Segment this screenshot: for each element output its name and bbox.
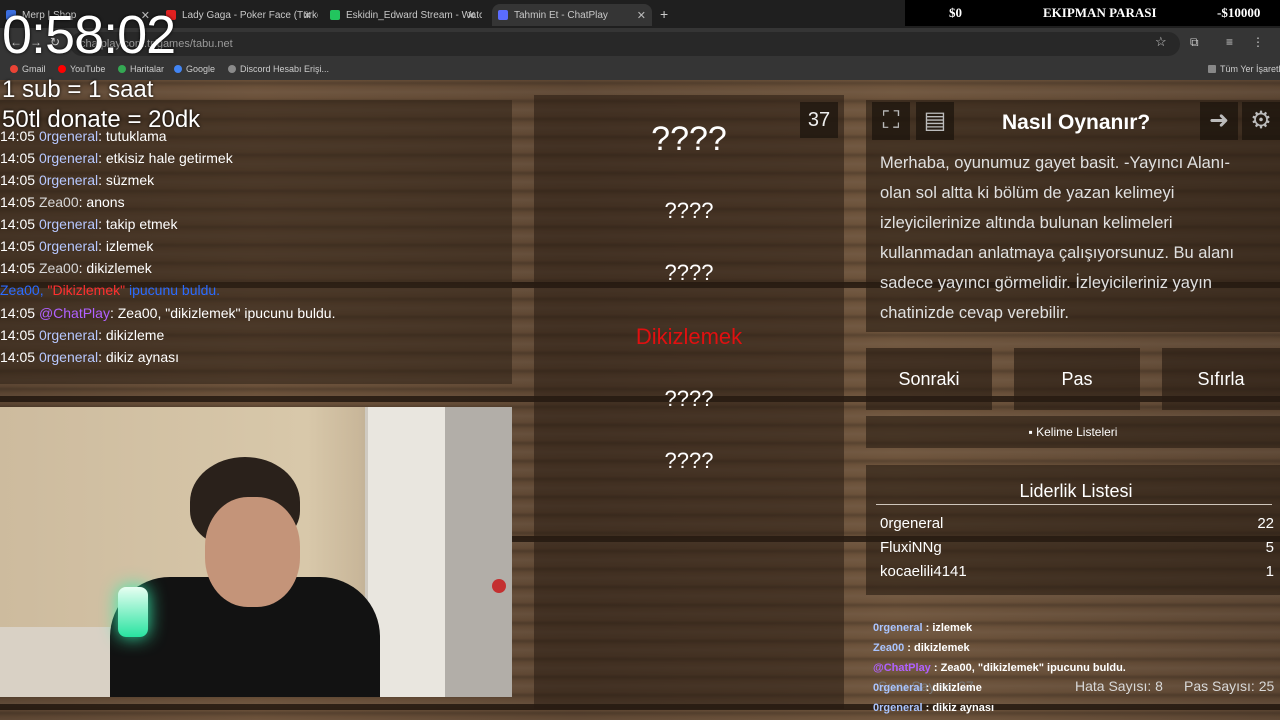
bookmarks-bar: Gmail YouTube Haritalar Google Discord H… — [0, 60, 1280, 80]
media-icon[interactable]: ≡ — [1226, 35, 1233, 49]
chat-line: 14:05 0rgeneral: takip etmek — [0, 216, 178, 232]
next-button[interactable]: Sonraki — [866, 348, 992, 410]
fullscreen-icon[interactable]: ⛶ — [872, 102, 910, 140]
bookmark-google[interactable]: Google — [174, 64, 215, 74]
leaderboard-score: 22 — [1257, 515, 1274, 532]
tab-2[interactable]: Lady Gaga - Poker Face (Türkçe ✕ — [166, 4, 318, 26]
money-goal: -$10000 — [1217, 5, 1261, 20]
leaderboard-name: 0rgeneral — [880, 515, 944, 532]
chat-line: 14:05 Zea00: anons — [0, 194, 125, 210]
wall — [445, 407, 512, 697]
money-current: $0 — [949, 5, 962, 20]
gmail-icon — [10, 65, 18, 73]
close-icon[interactable]: ✕ — [467, 9, 476, 22]
lamp — [118, 587, 148, 637]
mini-chat-line: 0rgeneral : dikiz aynası — [873, 702, 995, 714]
taboo-word: ???? — [664, 448, 714, 473]
taboo-word: ???? — [664, 198, 714, 223]
tab-favicon-icon — [330, 10, 340, 20]
chat-line: 14:05 0rgeneral: etkisiz hale getirmek — [0, 150, 233, 166]
word-lists-label: Kelime Listeleri — [1036, 425, 1118, 439]
tab-label: Tahmin Et - ChatPlay — [514, 9, 608, 21]
chat-line: 14:05 @ChatPlay: Zea00, "dikizlemek" ipu… — [0, 305, 336, 321]
tab-label: Eskidin_Edward Stream - Watch — [346, 9, 482, 21]
url-field[interactable]: chatplay.com.tr/games/tabu.net — [70, 32, 1180, 56]
maps-icon — [118, 65, 126, 73]
chat-line: 14:05 0rgeneral: süzmek — [0, 172, 155, 188]
chat-line: 14:05 Zea00: dikizlemek — [0, 260, 152, 276]
folder-icon — [1208, 65, 1216, 73]
taboo-word-found: Dikizlemek — [635, 324, 743, 349]
bookmark-all[interactable]: Tüm Yer İşaretleri — [1208, 64, 1280, 74]
mini-chat-line: 0rgeneral : izlemek — [873, 622, 973, 634]
mini-chat-line: 0rgeneral : dikizleme — [873, 682, 982, 694]
equipment-money-bar: $0 EKIPMAN PARASI -$10000 — [905, 0, 1280, 26]
sub-rule-text: 1 sub = 1 saat — [2, 76, 154, 103]
youtube-icon — [58, 65, 66, 73]
taboo-word: ???? — [664, 260, 714, 285]
how-to-play-title: Nasıl Oynanır? — [1002, 111, 1151, 134]
close-icon[interactable]: ✕ — [303, 9, 312, 22]
mini-chat-line: @ChatPlay : Zea00, "dikizlemek" ipucunu … — [873, 662, 1126, 674]
record-icon — [492, 579, 506, 593]
main-word: ???? — [651, 120, 727, 158]
taboo-word: ???? — [664, 386, 714, 411]
extensions-icon[interactable]: ⧉ — [1190, 35, 1199, 50]
chat-highlight-line: Zea00, "Dikizlemek" ipucunu buldu. — [0, 282, 221, 298]
bookmark-discord[interactable]: Discord Hesabı Erişi... — [228, 64, 329, 74]
mini-chat-line: Zea00 : dikizlemek — [873, 642, 970, 654]
star-icon[interactable]: ☆ — [1155, 34, 1167, 50]
leaderboard-title: Liderlik Listesi — [1019, 481, 1133, 501]
leaderboard-name: FluxiNNg — [880, 539, 942, 556]
new-tab-icon[interactable]: + — [660, 6, 668, 22]
leaderboard-name: kocaelili4141 — [880, 563, 967, 580]
chat-line: 14:05 0rgeneral: dikiz aynası — [0, 349, 180, 365]
globe-icon — [228, 65, 236, 73]
clipboard-icon: ▪ — [1028, 425, 1037, 439]
tab-4-active[interactable]: Tahmin Et - ChatPlay ✕ — [492, 4, 652, 26]
pass-button[interactable]: Pas — [1014, 348, 1140, 410]
logout-icon[interactable]: ➜ — [1200, 102, 1238, 140]
menu-icon[interactable]: ⋮ — [1252, 35, 1264, 49]
chat-line: 14:05 0rgeneral: dikizleme — [0, 327, 165, 343]
money-title: EKIPMAN PARASI — [1043, 5, 1157, 20]
leaderboard-score: 1 — [1265, 563, 1274, 580]
close-icon[interactable]: ✕ — [637, 9, 646, 22]
address-bar: ← → ↻ chatplay.com.tr/games/tabu.net ☆ ⧉… — [0, 28, 1280, 60]
subathon-timer: 0:58:02 — [2, 5, 176, 65]
chat-line: 14:05 0rgeneral: izlemek — [0, 238, 154, 254]
pass-count-stat: Pas Sayısı: 25 — [1184, 678, 1275, 694]
how-to-play-text: Merhaba, oyunumuz gayet basit. -Yayıncı … — [880, 154, 1235, 322]
webcam-feed — [0, 407, 512, 697]
donate-rule-text: 50tl donate = 20dk — [2, 106, 201, 133]
document-icon[interactable]: ▤ — [916, 102, 954, 140]
divider — [876, 504, 1272, 505]
leaderboard-score: 5 — [1265, 539, 1274, 556]
reset-button[interactable]: Sıfırla — [1162, 348, 1280, 410]
google-icon — [174, 65, 182, 73]
gear-icon[interactable]: ⚙ — [1242, 102, 1280, 140]
tab-favicon-icon — [498, 10, 508, 20]
tab-label: Lady Gaga - Poker Face (Türkçe — [182, 9, 318, 21]
streamer-face — [205, 497, 300, 607]
error-count-stat: Hata Sayısı: 8 — [1075, 678, 1163, 694]
word-lists-button[interactable]: ▪ Kelime Listeleri — [866, 416, 1280, 448]
tab-3[interactable]: Eskidin_Edward Stream - Watch ✕ — [330, 4, 482, 26]
